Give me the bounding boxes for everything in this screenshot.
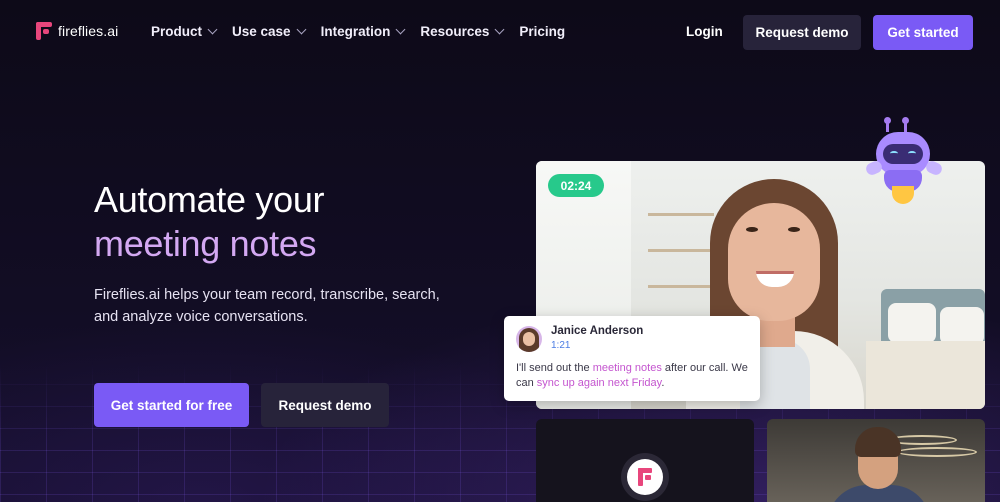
antenna	[884, 117, 891, 132]
robot-eye	[908, 151, 916, 156]
person-face	[728, 203, 820, 321]
fred-robot-mascot-icon	[864, 117, 944, 206]
robot-eye	[890, 151, 898, 156]
robot-flame	[892, 186, 914, 204]
fireflies-bot-avatar	[621, 453, 669, 501]
highlight-sync-up: sync up again next Friday	[536, 377, 662, 389]
menu-item-pricing[interactable]: Pricing	[519, 24, 565, 39]
main-menu: Product Use case Integration Resources P…	[151, 24, 565, 39]
menu-item-integration[interactable]: Integration	[320, 24, 406, 39]
chevron-down-icon	[494, 24, 505, 35]
chevron-down-icon	[395, 24, 406, 35]
robot-arm	[924, 159, 944, 177]
brand-name: fireflies.ai	[58, 23, 119, 39]
highlight-meeting-notes: meeting notes	[592, 362, 662, 374]
brand-logo[interactable]: fireflies.ai	[36, 22, 118, 40]
person-eye	[788, 227, 800, 232]
request-demo-button[interactable]: Request demo	[261, 383, 389, 427]
shelf	[648, 249, 714, 252]
shelf	[648, 285, 714, 288]
person-hair	[855, 427, 901, 457]
request-demo-nav-button[interactable]: Request demo	[743, 15, 861, 50]
login-link[interactable]: Login	[686, 24, 723, 39]
chat-timestamp: 1:21	[551, 340, 571, 351]
hero-title-line1: Automate your	[94, 179, 325, 220]
shelf	[648, 213, 714, 216]
menu-item-use-case[interactable]: Use case	[232, 24, 307, 39]
pillow	[888, 303, 936, 343]
chat-message-text: I'll send out the meeting notes after ou…	[516, 362, 748, 389]
pillow	[940, 307, 984, 345]
fireflies-logo-icon	[36, 22, 52, 40]
participant-tile-fireflies	[536, 419, 754, 502]
top-nav: fireflies.ai Product Use case Integratio…	[0, 0, 1000, 64]
participant-tile-video	[767, 419, 985, 502]
chevron-down-icon	[296, 24, 307, 35]
menu-item-label: Pricing	[519, 24, 566, 39]
fireflies-logo-icon	[627, 459, 663, 495]
antenna	[902, 117, 909, 132]
get-started-free-button[interactable]: Get started for free	[94, 383, 249, 427]
hero-title-line2: meeting notes	[94, 223, 317, 264]
hero-title: Automate your meeting notes	[94, 178, 325, 266]
chevron-down-icon	[207, 24, 218, 35]
call-timer-badge: 02:24	[548, 174, 604, 197]
menu-item-product[interactable]: Product	[151, 24, 218, 39]
avatar	[516, 326, 542, 352]
ceiling-lamp	[897, 447, 977, 457]
menu-item-resources[interactable]: Resources	[420, 24, 505, 39]
menu-item-label: Integration	[320, 24, 391, 39]
chat-sender-name: Janice Anderson	[551, 325, 644, 337]
person-eye	[746, 227, 758, 232]
menu-item-label: Use case	[232, 24, 291, 39]
robot-visor	[883, 144, 923, 164]
get-started-nav-button[interactable]: Get started	[873, 15, 973, 50]
chat-message-card: Janice Anderson 1:21 I'll send out the m…	[504, 316, 760, 401]
menu-item-label: Resources	[420, 24, 490, 39]
hero-subtitle: Fireflies.ai helps your team record, tra…	[94, 287, 440, 325]
menu-item-label: Product	[151, 24, 203, 39]
bed	[866, 341, 985, 409]
